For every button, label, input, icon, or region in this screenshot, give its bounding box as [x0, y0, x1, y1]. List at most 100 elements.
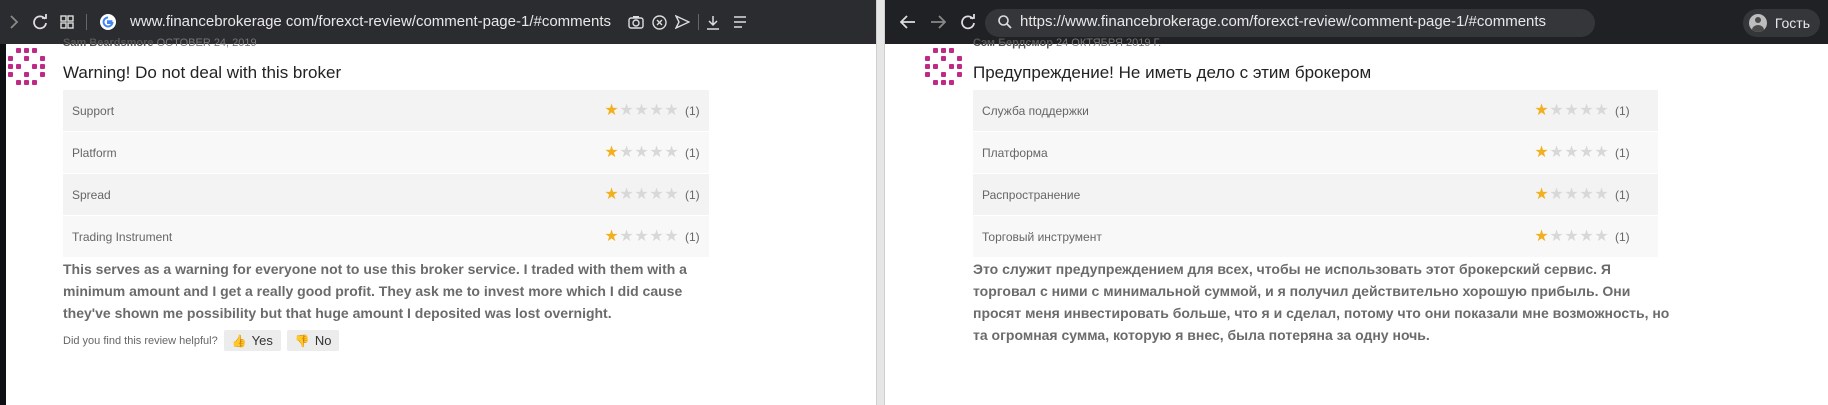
star-rating: ★ ★ ★ ★ ★: [1534, 143, 1609, 161]
address-bar-url[interactable]: https://www.financebrokerage.com/forexct…: [1020, 13, 1546, 30]
star-icon: ★: [1564, 101, 1579, 119]
star-icon: ★: [1564, 143, 1579, 161]
review-author-line: Сэм Бердсмор 24 ОКТЯБРЯ 2019 Г.: [973, 37, 1161, 49]
rating-label: Распространение: [982, 187, 1081, 202]
window-divider[interactable]: [876, 0, 885, 405]
toolbar-separator: [698, 14, 699, 30]
logo-dot: [32, 48, 37, 53]
toolbar-separator: [86, 14, 87, 30]
star-icon: ★: [1534, 185, 1549, 203]
guest-label: Гость: [1774, 15, 1810, 31]
rating-count: (1): [685, 229, 700, 244]
star-icon: ★: [634, 227, 649, 245]
star-icon: ★: [1594, 227, 1609, 245]
chevron-right-icon[interactable]: [2, 0, 26, 44]
rating-count: (1): [1615, 229, 1630, 244]
yes-button[interactable]: 👍 Yes: [223, 330, 281, 351]
rating-row: Служба поддержки ★ ★ ★ ★ ★ (1): [973, 90, 1658, 132]
star-icon: ★: [1594, 101, 1609, 119]
no-button[interactable]: 👎 No: [286, 330, 340, 351]
logo-dot: [40, 72, 45, 77]
star-icon: ★: [634, 101, 649, 119]
star-rating: ★ ★ ★ ★ ★: [1534, 101, 1609, 119]
logo-dot: [16, 64, 21, 69]
reload-icon[interactable]: [28, 0, 52, 44]
review-author: Сэм Бердсмор: [973, 37, 1053, 49]
address-bar-url[interactable]: www.financebrokerage com/forexct-review/…: [130, 13, 611, 30]
star-icon: ★: [1549, 185, 1564, 203]
star-icon: ★: [1564, 227, 1579, 245]
rating-label: Служба поддержки: [982, 103, 1089, 118]
star-rating: ★ ★ ★ ★ ★: [604, 101, 679, 119]
logo-dot: [941, 56, 946, 61]
star-icon: ★: [664, 185, 679, 203]
logo-dot: [8, 72, 13, 77]
forward-icon[interactable]: [925, 0, 951, 44]
review-title: Предупреждение! Не иметь дело с этим бро…: [973, 63, 1372, 82]
send-icon[interactable]: [671, 0, 693, 44]
star-icon: ★: [619, 185, 634, 203]
rating-row: Platform ★ ★ ★ ★ ★ (1): [63, 132, 709, 174]
rating-row: Support ★ ★ ★ ★ ★ (1): [63, 90, 709, 132]
rating-row: Распространение ★ ★ ★ ★ ★ (1): [973, 174, 1658, 216]
logo-dot: [941, 48, 946, 53]
logo-dot: [24, 80, 29, 85]
logo-dot: [957, 56, 962, 61]
logo-dot: [949, 80, 954, 85]
star-icon: ★: [1534, 143, 1549, 161]
logo-dot: [8, 56, 13, 61]
star-icon: ★: [664, 143, 679, 161]
camera-icon[interactable]: [625, 0, 647, 44]
guest-profile-button[interactable]: Гость: [1742, 9, 1820, 37]
rating-label: Support: [72, 103, 115, 118]
close-circle-icon[interactable]: [648, 0, 670, 44]
menu-icon[interactable]: [729, 0, 751, 44]
star-icon: ★: [649, 101, 664, 119]
rating-count: (1): [685, 187, 700, 202]
ratings-table: Служба поддержки ★ ★ ★ ★ ★ (1) Платформа ★ ★ ★ ★ ★ (1…: [973, 90, 1658, 258]
rating-label: Trading Instrument: [72, 229, 173, 244]
side-strip: [0, 44, 6, 405]
star-icon: ★: [619, 227, 634, 245]
star-rating: ★ ★ ★ ★ ★: [604, 185, 679, 203]
site-logo: [6, 46, 48, 88]
rating-label: Торговый инструмент: [982, 229, 1102, 244]
review-body: This serves as a warning for everyone no…: [63, 261, 687, 321]
right-browser-window: https://www.financebrokerage.com/forexct…: [885, 0, 1828, 405]
review-date: 24 ОКТЯБРЯ 2019 Г.: [1055, 37, 1162, 49]
star-icon: ★: [619, 101, 634, 119]
no-label: No: [314, 333, 332, 348]
star-icon: ★: [1594, 185, 1609, 203]
star-rating: ★ ★ ★ ★ ★: [604, 227, 679, 245]
logo-dot: [957, 64, 962, 69]
logo-dot: [957, 72, 962, 77]
review-author-line: Sam Beardsmore OCTOBER 24, 2019: [63, 37, 257, 49]
review-title: Warning! Do not deal with this broker: [63, 63, 342, 82]
logo-dot: [941, 72, 946, 77]
star-icon: ★: [604, 227, 619, 245]
back-icon[interactable]: [895, 0, 921, 44]
star-rating: ★ ★ ★ ★ ★: [604, 143, 679, 161]
rating-row: Платформа ★ ★ ★ ★ ★ (1): [973, 132, 1658, 174]
ratings-table: Support ★ ★ ★ ★ ★ (1) Platform ★ ★ ★ ★ ★ (1) Spread ★ ★ ★…: [63, 90, 709, 258]
logo-dot: [16, 80, 21, 85]
logo-dot: [32, 64, 37, 69]
logo-dot: [941, 80, 946, 85]
logo-dot: [933, 80, 938, 85]
rating-count: (1): [1615, 187, 1630, 202]
star-icon: ★: [619, 143, 634, 161]
star-icon: ★: [664, 101, 679, 119]
right-page-content: Сэм Бердсмор 24 ОКТЯБРЯ 2019 Г. Предупре…: [885, 37, 1828, 405]
star-icon: ★: [634, 143, 649, 161]
rating-row: Торговый инструмент ★ ★ ★ ★ ★ (1): [973, 216, 1658, 258]
logo-dot: [8, 64, 13, 69]
logo-dot: [925, 72, 930, 77]
rating-label: Platform: [72, 145, 117, 160]
star-rating: ★ ★ ★ ★ ★: [1534, 185, 1609, 203]
download-icon[interactable]: [702, 0, 724, 44]
thumbs-down-icon: 👎: [294, 333, 310, 348]
star-icon: ★: [1579, 185, 1594, 203]
logo-dot: [925, 64, 930, 69]
logo-dot: [933, 48, 938, 53]
star-icon: ★: [1594, 143, 1609, 161]
